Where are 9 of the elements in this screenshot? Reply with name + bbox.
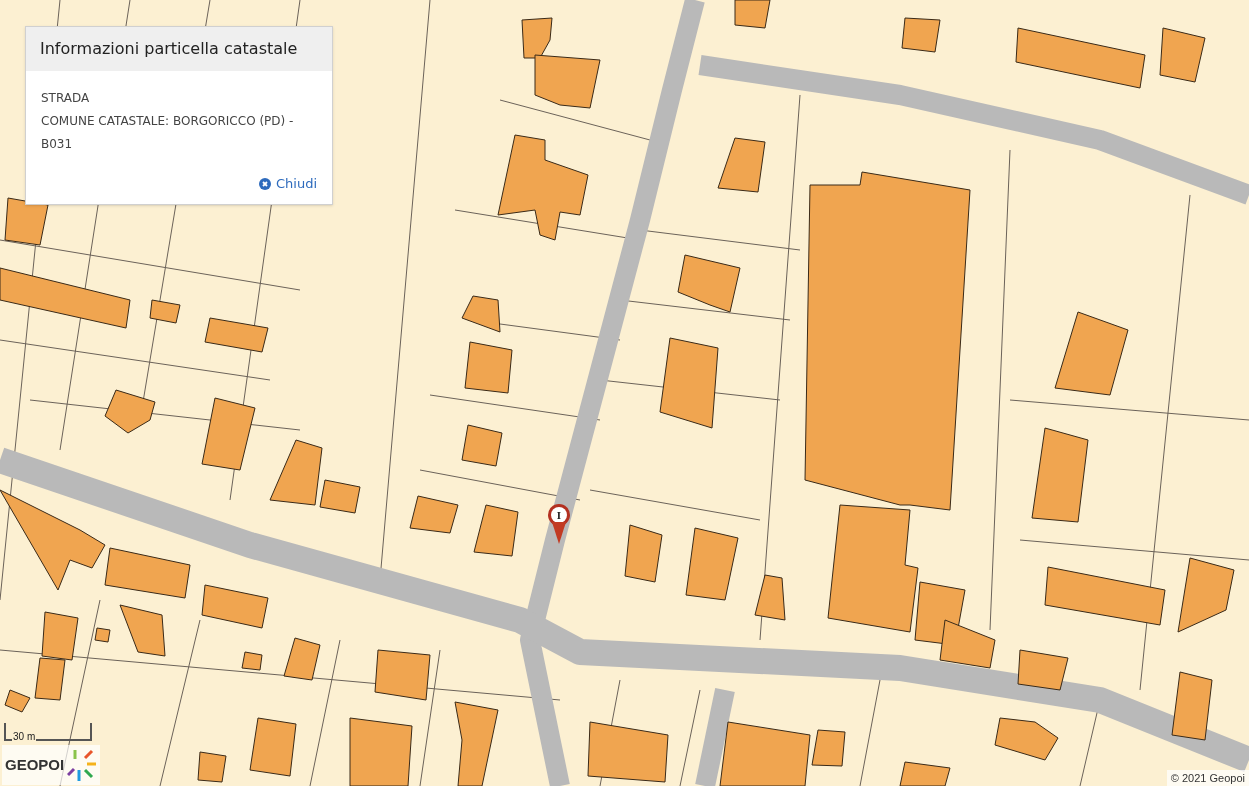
logo-burst-icon [67,748,98,782]
scale-label: 30 m [12,731,37,742]
logo-text: GEOPOI [5,754,65,775]
popup-info-text: STRADA [41,90,91,107]
popup-info-text: COMUNE CATASTALE: BORGORICCO (PD) - B031 [41,113,295,153]
marker-label: I [551,507,567,523]
close-icon [258,177,271,190]
close-link[interactable]: Chiudi [258,174,317,194]
popup-title: Informazioni particella catastale [40,38,299,60]
